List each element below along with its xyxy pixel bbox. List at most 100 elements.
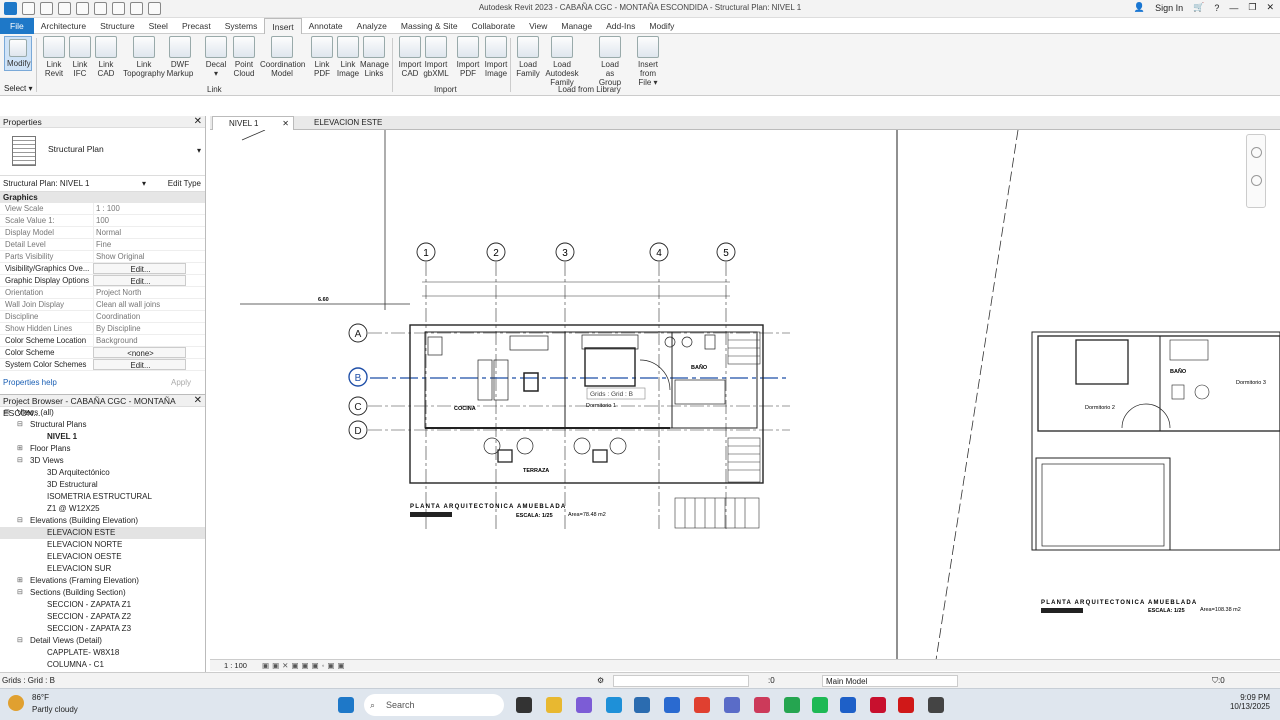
spotify-icon[interactable] xyxy=(812,697,828,713)
tab-nivel-1[interactable]: NIVEL 1 ✕ xyxy=(212,116,294,130)
task-view-icon[interactable] xyxy=(516,697,532,713)
type-selector[interactable]: Structural Plan ▾ xyxy=(0,128,205,176)
steering-wheel-icon[interactable] xyxy=(1251,147,1262,158)
navigation-bar[interactable] xyxy=(1246,134,1266,208)
expand-toggle-icon[interactable]: ⊟ xyxy=(17,455,23,467)
worksets-icon[interactable]: ⚙ xyxy=(597,673,604,689)
tab-modify[interactable]: Modify xyxy=(642,18,681,34)
tree-item[interactable]: ⊟ Sections (Building Section) xyxy=(0,587,205,599)
tree-item[interactable]: SECCION - ZAPATA Z1 xyxy=(0,599,205,611)
view-control-icons[interactable]: ▣▣✕▣▣▣◦▣▣ xyxy=(262,660,348,672)
user-icon[interactable]: 👤 xyxy=(1134,2,1145,13)
tree-item[interactable]: CAPPLATE- W8X18 xyxy=(0,647,205,659)
drawing-canvas[interactable]: 1 2 3 4 5 A B C D COCINA Dormitorio 1 BAÑO TERRA… xyxy=(210,130,1280,660)
properties-help-link[interactable]: Properties help xyxy=(3,378,57,387)
tree-item[interactable]: 3D Arquitectónico xyxy=(0,467,205,479)
graphics-group[interactable]: Graphics xyxy=(0,192,205,203)
property-value[interactable]: <none> xyxy=(93,347,186,358)
ribbon-button-1[interactable]: Link IFC xyxy=(66,36,94,78)
sign-in-link[interactable]: Sign In xyxy=(1155,3,1183,13)
tab-precast[interactable]: Precast xyxy=(175,18,218,34)
cart-icon[interactable]: 🛒 xyxy=(1193,2,1204,13)
ribbon-button-13[interactable]: Import PDF xyxy=(454,36,482,78)
maximize-button[interactable]: ❐ xyxy=(1248,2,1256,13)
acrobat-icon[interactable] xyxy=(898,697,914,713)
tab-view[interactable]: View xyxy=(522,18,554,34)
expand-toggle-icon[interactable]: ⊟ xyxy=(17,419,23,431)
tree-item[interactable]: COLUMNA - C1 xyxy=(0,659,205,671)
tree-item[interactable]: ⊞ Floor Plans xyxy=(0,443,205,455)
ribbon-button-11[interactable]: Import CAD xyxy=(396,36,424,78)
ribbon-button-15[interactable]: Load Family xyxy=(514,36,542,78)
ribbon-button-17[interactable]: Load as Group xyxy=(596,36,624,87)
tree-item[interactable]: ELEVACION SUR xyxy=(0,563,205,575)
grid-bubble-3[interactable]: 3 xyxy=(555,242,575,262)
grid-bubble-A[interactable]: A xyxy=(348,323,368,343)
app-icon[interactable] xyxy=(928,697,944,713)
tree-item[interactable]: NIVEL 1 xyxy=(0,431,205,443)
tab-steel[interactable]: Steel xyxy=(142,18,175,34)
grid-bubble-5[interactable]: 5 xyxy=(716,242,736,262)
tree-item[interactable]: ISOMETRIA ESTRUCTURAL xyxy=(0,491,205,503)
filter-icon[interactable]: ⛉:0 xyxy=(1212,673,1225,689)
tab-add-ins[interactable]: Add-Ins xyxy=(599,18,642,34)
tree-item[interactable]: ELEVACION NORTE xyxy=(0,539,205,551)
tab-analyze[interactable]: Analyze xyxy=(350,18,394,34)
chevron-down-icon[interactable]: ▾ xyxy=(142,176,146,192)
tab-architecture[interactable]: Architecture xyxy=(34,18,93,34)
file-explorer-icon[interactable] xyxy=(546,697,562,713)
clock[interactable]: 9:09 PM 10/13/2025 xyxy=(1230,693,1270,711)
expand-toggle-icon[interactable]: ⊟ xyxy=(17,515,23,527)
tree-item[interactable]: SECCION - ZAPATA Z2 xyxy=(0,611,205,623)
tree-item[interactable]: ⊟ 3D Views xyxy=(0,455,205,467)
close-icon[interactable]: ✕ xyxy=(194,116,202,128)
tab-elevacion-este[interactable]: ELEVACION ESTE xyxy=(298,116,408,130)
property-value[interactable]: Edit... xyxy=(93,263,186,274)
grid-bubble-4[interactable]: 4 xyxy=(649,242,669,262)
close-icon[interactable]: ✕ xyxy=(194,395,202,407)
weather-icon[interactable] xyxy=(8,695,24,711)
ribbon-button-0[interactable]: Link Revit xyxy=(40,36,68,78)
edge-icon[interactable] xyxy=(606,697,622,713)
ribbon-button-16[interactable]: Load Autodesk Family xyxy=(540,36,584,87)
design-option-select[interactable] xyxy=(613,675,749,687)
ribbon-button-14[interactable]: Import Image xyxy=(482,36,510,78)
store-icon[interactable] xyxy=(634,697,650,713)
tab-manage[interactable]: Manage xyxy=(554,18,599,34)
expand-toggle-icon[interactable]: ⊟ xyxy=(17,635,23,647)
grid-bubble-C[interactable]: C xyxy=(348,396,368,416)
property-value[interactable]: Edit... xyxy=(93,359,186,370)
revit-icon[interactable] xyxy=(840,697,856,713)
tab-collaborate[interactable]: Collaborate xyxy=(465,18,522,34)
close-icon[interactable]: ✕ xyxy=(282,117,289,131)
help-icon[interactable]: ? xyxy=(1214,3,1219,13)
ribbon-button-5[interactable]: Decal ▾ xyxy=(202,36,230,78)
tree-item[interactable]: ⊞ Elevations (Framing Elevation) xyxy=(0,575,205,587)
expand-toggle-icon[interactable]: ⊟ xyxy=(4,407,10,419)
tab-structure[interactable]: Structure xyxy=(93,18,142,34)
ribbon-button-6[interactable]: Point Cloud xyxy=(230,36,258,78)
tab-annotate[interactable]: Annotate xyxy=(302,18,350,34)
property-value[interactable]: Edit... xyxy=(93,275,186,286)
tree-item[interactable]: SECCION - ZAPATA Z3 xyxy=(0,623,205,635)
ribbon-button-4[interactable]: DWF Markup xyxy=(166,36,194,78)
grid-bubble-B[interactable]: B xyxy=(348,367,368,387)
chevron-down-icon[interactable]: ▾ xyxy=(197,146,201,155)
taskbar-search[interactable]: ⌕ Search xyxy=(364,694,504,716)
tree-item[interactable]: Z1 @ W12X25 xyxy=(0,503,205,515)
tab-systems[interactable]: Systems xyxy=(218,18,265,34)
grid-bubble-1[interactable]: 1 xyxy=(416,242,436,262)
ribbon-button-18[interactable]: Insert from File ▾ xyxy=(634,36,662,87)
tree-item[interactable]: ⊟ Detail Views (Detail) xyxy=(0,635,205,647)
calculator-icon[interactable] xyxy=(724,697,740,713)
chrome-icon[interactable] xyxy=(694,697,710,713)
expand-toggle-icon[interactable]: ⊟ xyxy=(17,587,23,599)
tree-item[interactable]: ELEVACION OESTE xyxy=(0,551,205,563)
ribbon-button-2[interactable]: Link CAD xyxy=(92,36,120,78)
instance-filter[interactable]: Structural Plan: NIVEL 1 ▾ Edit Type xyxy=(0,176,205,192)
tree-item[interactable]: ELEVACION ESTE xyxy=(0,527,205,539)
tree-item[interactable]: ⊟ Views (all) xyxy=(0,407,205,419)
ribbon-button-10[interactable]: Manage Links xyxy=(360,36,389,78)
whatsapp-icon[interactable] xyxy=(784,697,800,713)
outlook-icon[interactable] xyxy=(664,697,680,713)
